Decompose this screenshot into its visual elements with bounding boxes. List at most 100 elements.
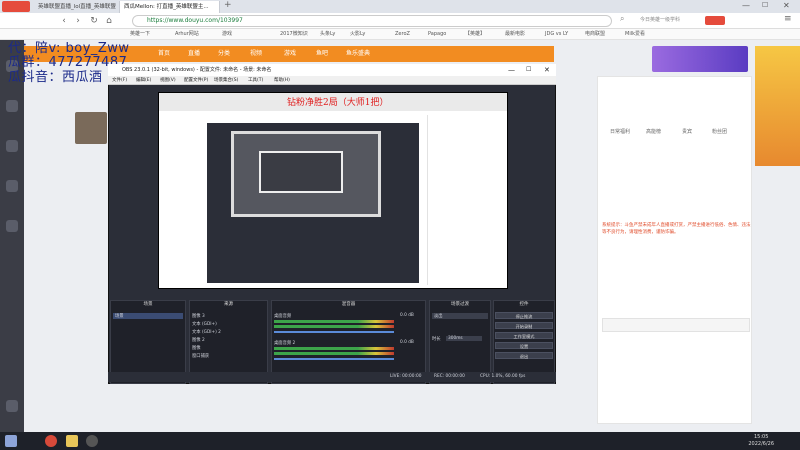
browser-tab-active[interactable]: 西瓜Mellon: 打直播_英雄联盟主... bbox=[120, 1, 220, 13]
mixer-track-db: 0.0 dB bbox=[400, 340, 414, 345]
chrome-icon[interactable] bbox=[45, 435, 57, 447]
settings-button[interactable]: 设置 bbox=[495, 342, 553, 349]
obs-maximize-icon[interactable]: ☐ bbox=[526, 64, 531, 76]
mixer-track-db: 0.0 dB bbox=[400, 313, 414, 318]
forward-icon[interactable]: › bbox=[72, 15, 84, 27]
extensions-icon[interactable] bbox=[705, 16, 725, 25]
scene-item[interactable]: 场景 bbox=[113, 313, 183, 319]
obs-status-bar: LIVE: 00:00:00 REC: 00:00:00 CPU: 1.0%, … bbox=[108, 372, 556, 382]
stop-streaming-button[interactable]: 停止推流 bbox=[495, 312, 553, 319]
tab-daily-welfare[interactable]: 日常福利 bbox=[610, 128, 630, 135]
taskbar-clock[interactable]: 15:05 2022/6/26 bbox=[748, 434, 774, 448]
transitions-dock-title: 场景过渡 bbox=[451, 302, 469, 307]
close-icon[interactable]: ✕ bbox=[783, 1, 790, 10]
mixer-track-name: 桌面音频 2 bbox=[274, 341, 296, 346]
obs-close-icon[interactable]: ✕ bbox=[544, 64, 550, 76]
bookmark-item[interactable]: 英雄一下 bbox=[130, 29, 150, 40]
site-nav-item[interactable]: 分类 bbox=[218, 46, 230, 62]
obs-icon[interactable] bbox=[86, 435, 98, 447]
mixer-track-name: 桌面音频 bbox=[274, 314, 292, 319]
event-banner[interactable] bbox=[755, 46, 800, 166]
tab-high-energy[interactable]: 高能榜 bbox=[646, 128, 661, 135]
obs-preview[interactable]: 钻粉净胜2局（大师1把） bbox=[158, 92, 508, 289]
start-icon[interactable] bbox=[5, 435, 17, 447]
search-input[interactable]: 今日英雄一级学科 bbox=[640, 16, 700, 23]
refresh-icon[interactable]: ↻ bbox=[88, 15, 100, 27]
mixer-dock-title: 混音器 bbox=[341, 302, 356, 307]
bookmark-item[interactable]: 2017微知识 bbox=[280, 29, 308, 40]
bookmark-item[interactable]: 电商联盟 bbox=[585, 29, 605, 40]
obs-menu-item[interactable]: 配置文件(P) bbox=[184, 76, 208, 85]
source-item[interactable]: 图像 3 bbox=[192, 313, 205, 319]
browser-tab[interactable]: 英雄联盟直播_lol直播_英雄联盟 bbox=[34, 1, 120, 13]
live-status: LIVE: 00:00:00 bbox=[390, 374, 422, 379]
clock-time: 15:05 bbox=[753, 434, 769, 440]
duration-input[interactable]: 300ms bbox=[446, 336, 482, 341]
obs-menu-item[interactable]: 文件(F) bbox=[112, 76, 127, 85]
obs-menu-bar: 文件(F) 编辑(E) 视图(V) 配置文件(P) 场景集合(S) 工具(T) … bbox=[108, 76, 556, 85]
obs-menu-item[interactable]: 工具(T) bbox=[248, 76, 263, 85]
volume-slider[interactable] bbox=[274, 331, 394, 333]
start-recording-button[interactable]: 开始录制 bbox=[495, 322, 553, 329]
obs-menu-item[interactable]: 帮助(H) bbox=[274, 76, 290, 85]
volume-slider[interactable] bbox=[274, 358, 394, 360]
exit-button[interactable]: 退出 bbox=[495, 352, 553, 359]
maximize-icon[interactable]: ☐ bbox=[762, 1, 768, 9]
follow-icon[interactable] bbox=[6, 100, 18, 112]
source-item[interactable]: 文本 (GDI+) 2 bbox=[192, 329, 221, 335]
bookmark-item[interactable]: 头条Ly bbox=[320, 29, 335, 40]
bookmark-item[interactable]: 游戏 bbox=[222, 29, 232, 40]
bookmark-item[interactable]: 【英雄】 bbox=[465, 29, 485, 40]
volume-meter bbox=[274, 347, 394, 350]
tab-fan-club[interactable]: 粉丝团 bbox=[712, 128, 727, 135]
streamer-avatar[interactable] bbox=[75, 112, 107, 144]
studio-mode-button[interactable]: 工作室模式 bbox=[495, 332, 553, 339]
site-nav-item[interactable]: 鱼吧 bbox=[316, 46, 328, 62]
browser-tab-bar: 英雄联盟直播_lol直播_英雄联盟 西瓜Mellon: 打直播_英雄联盟主...… bbox=[0, 0, 800, 33]
tab-vip[interactable]: 贵宾 bbox=[682, 128, 692, 135]
site-nav-item[interactable]: 游戏 bbox=[284, 46, 296, 62]
bookmark-item[interactable]: Papago bbox=[428, 29, 446, 40]
site-nav-item[interactable]: 直播 bbox=[188, 46, 200, 62]
game-icon[interactable] bbox=[6, 220, 18, 232]
minimize-icon[interactable]: — bbox=[742, 1, 750, 10]
obs-menu-item[interactable]: 场景集合(S) bbox=[214, 76, 238, 85]
chat-input[interactable] bbox=[602, 318, 750, 332]
obs-title: OBS 23.0.1 (32-bit, windows) - 配置文件: 未命名… bbox=[122, 67, 272, 73]
site-nav-item[interactable]: 鱼乐盛典 bbox=[346, 46, 370, 62]
transition-select[interactable]: 淡出 bbox=[432, 313, 488, 319]
bookmark-item[interactable]: Arhur网站 bbox=[175, 29, 199, 40]
bookmark-item[interactable]: Milk爱看 bbox=[625, 29, 645, 40]
fishbar-icon[interactable] bbox=[6, 400, 18, 412]
site-nav-item[interactable]: 视频 bbox=[250, 46, 262, 62]
back-icon[interactable]: ‹ bbox=[58, 15, 70, 27]
category-icon[interactable] bbox=[6, 140, 18, 152]
obs-menu-item[interactable]: 编辑(E) bbox=[136, 76, 151, 85]
source-item[interactable]: 图像 bbox=[192, 345, 201, 351]
source-item[interactable]: 窗口捕获 bbox=[192, 353, 209, 359]
duration-label: 时长 bbox=[432, 337, 441, 342]
obs-minimize-icon[interactable]: — bbox=[508, 64, 515, 76]
obs-menu-item[interactable]: 视图(V) bbox=[160, 76, 176, 85]
ad-banner[interactable] bbox=[652, 46, 748, 72]
files-icon[interactable] bbox=[66, 435, 78, 447]
menu-icon[interactable]: ≡ bbox=[784, 14, 792, 24]
bookmark-item[interactable]: JDG vs LY bbox=[545, 29, 568, 40]
browser-logo-icon[interactable] bbox=[2, 1, 30, 12]
taskbar: 15:05 2022/6/26 bbox=[0, 432, 800, 450]
bookmark-item[interactable]: 最新电影 bbox=[505, 29, 525, 40]
site-nav-item[interactable]: 首页 bbox=[158, 46, 170, 62]
address-bar[interactable]: https://www.douyu.com/103997 bbox=[132, 15, 612, 27]
source-item[interactable]: 图像 2 bbox=[192, 337, 205, 343]
home-icon[interactable]: ⌂ bbox=[103, 15, 115, 27]
cpu-status: CPU: 1.0%, 60.00 fps bbox=[480, 374, 526, 379]
left-sidebar bbox=[0, 40, 24, 432]
source-item[interactable]: 文本 (GDI+) bbox=[192, 321, 217, 327]
bookmark-item[interactable]: ZeroZ bbox=[395, 29, 410, 40]
bookmark-item[interactable]: 火影Ly bbox=[350, 29, 365, 40]
search-icon[interactable]: ⌕ bbox=[620, 14, 624, 24]
system-notice: 系统提示：斗鱼严禁未成年人直播或打赏，严禁主播进行低俗、色情、违法等不良行为，请… bbox=[602, 223, 751, 235]
video-icon[interactable] bbox=[6, 180, 18, 192]
new-tab-icon[interactable]: + bbox=[224, 0, 232, 10]
obs-title-bar: OBS 23.0.1 (32-bit, windows) - 配置文件: 未命名… bbox=[108, 64, 556, 76]
